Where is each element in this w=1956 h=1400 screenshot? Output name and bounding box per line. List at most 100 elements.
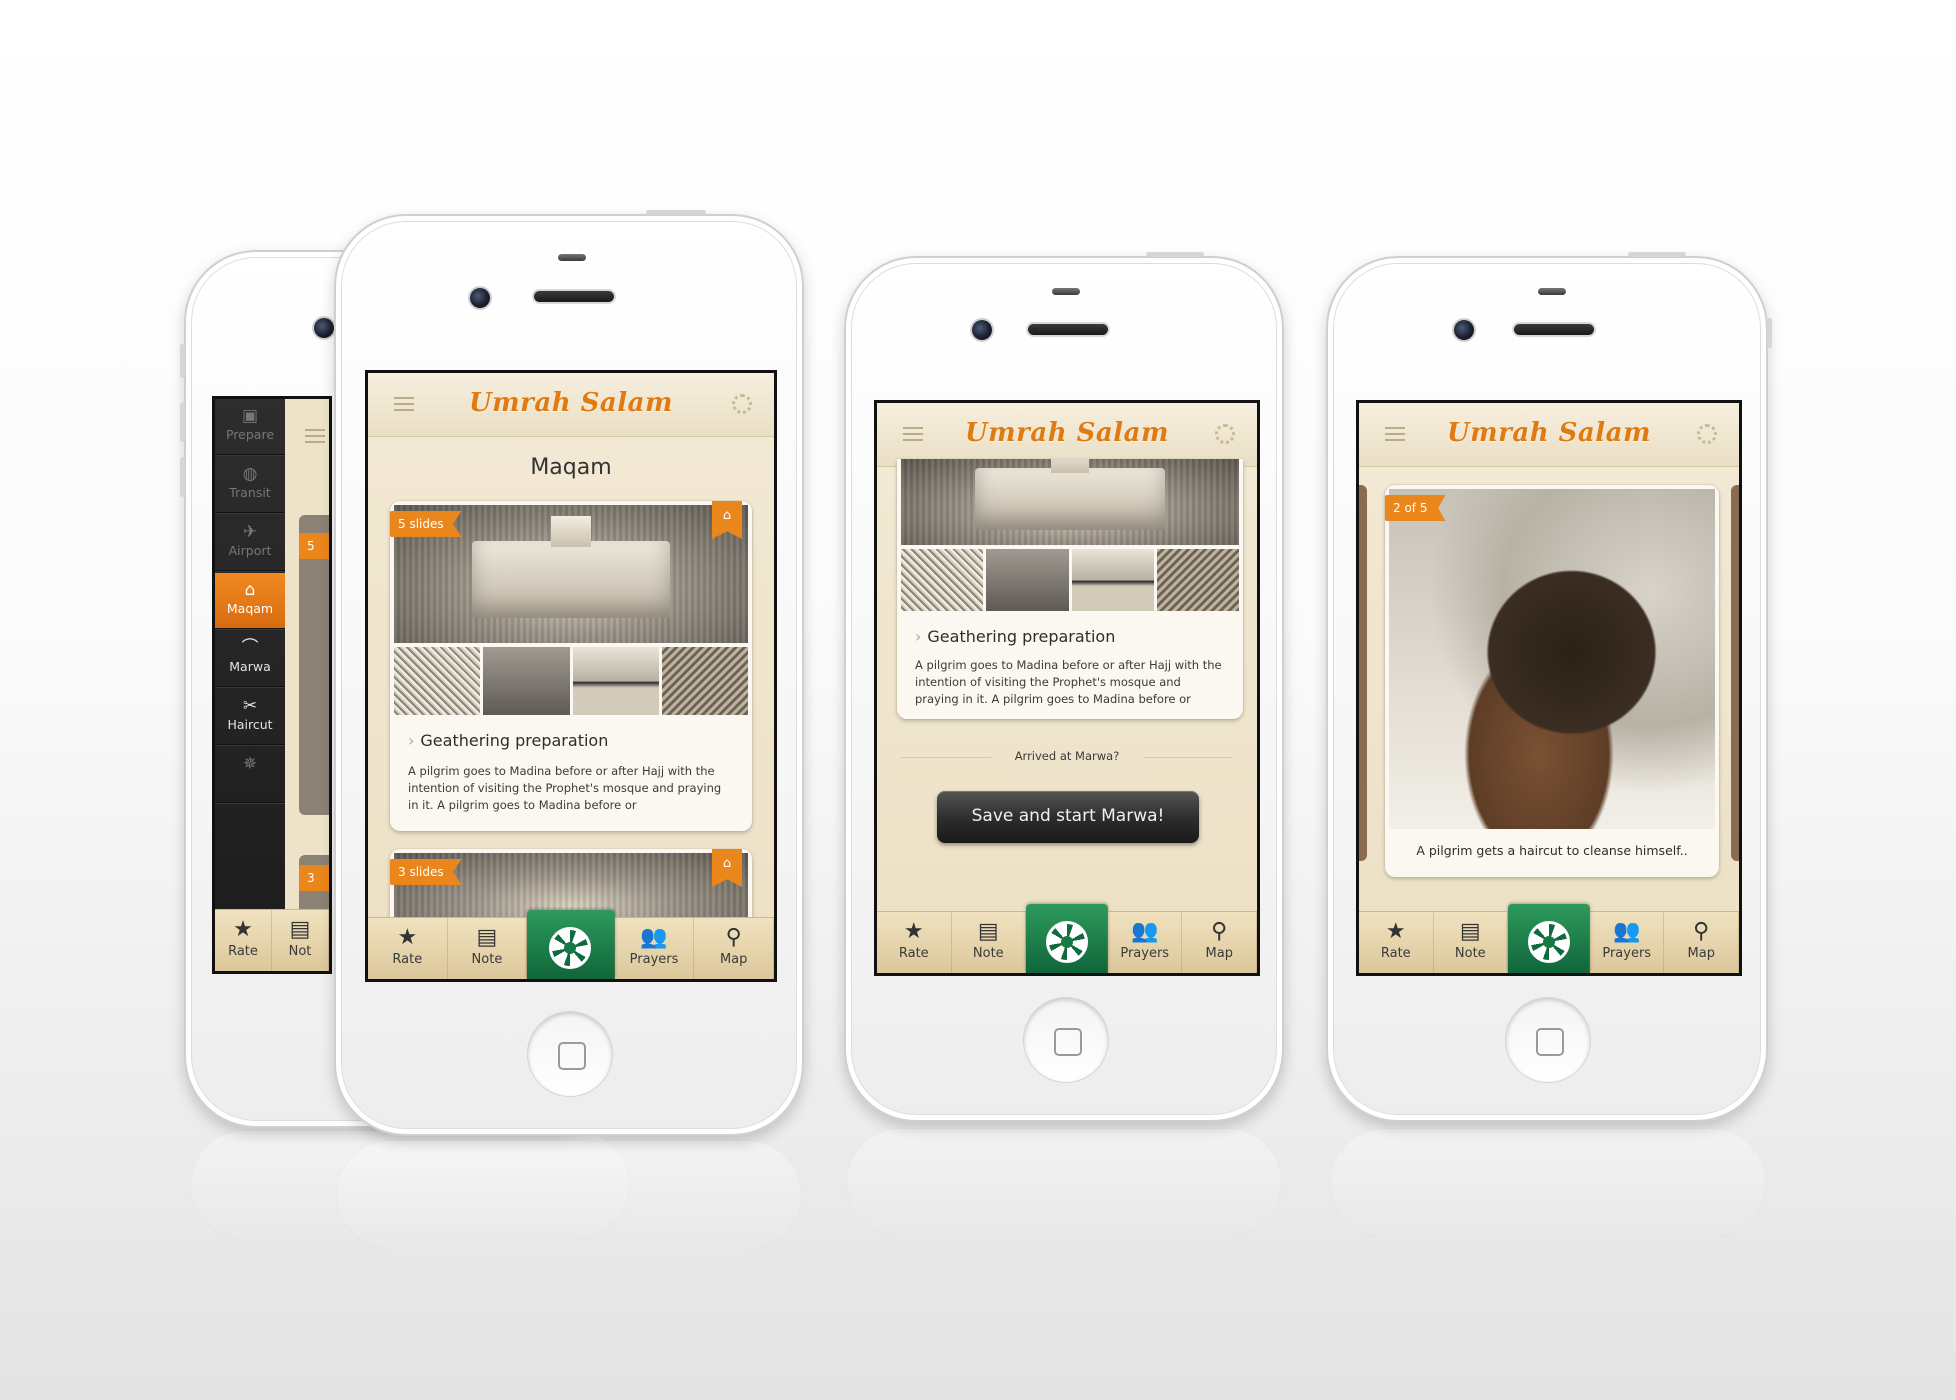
power-button bbox=[1146, 252, 1204, 257]
tab-rate[interactable]: ★ Rate bbox=[877, 912, 952, 973]
phone2-reflection bbox=[336, 1140, 802, 1250]
front-camera-icon bbox=[972, 320, 992, 340]
phone3-topbar: Umrah Salam bbox=[877, 403, 1257, 467]
phone2-tabbar: ★ Rate ▤ Note 👥 Prayers ⚲ Map bbox=[368, 910, 774, 979]
menu-icon[interactable] bbox=[305, 429, 325, 443]
prev-slide-peek[interactable] bbox=[1359, 485, 1367, 861]
camera-shutter-icon bbox=[549, 926, 592, 969]
tab-note[interactable]: ▤ Note bbox=[952, 912, 1027, 973]
tab-note[interactable]: ▤ Note bbox=[448, 918, 528, 979]
save-and-start-button[interactable]: Save and start Marwa! bbox=[937, 791, 1199, 843]
phone4-reflection bbox=[1330, 1128, 1766, 1238]
front-camera-icon bbox=[1454, 320, 1474, 340]
phone1-content-edge: 5 sli 3 sli bbox=[285, 399, 329, 971]
arrived-question: Arrived at Marwa? bbox=[1014, 749, 1120, 763]
phone4-topbar: Umrah Salam bbox=[1359, 403, 1739, 467]
star-ornament-icon: ✵ bbox=[242, 754, 258, 774]
sidebar-item-maqam[interactable]: ⌂ Maqam bbox=[215, 573, 285, 629]
tab-map[interactable]: ⚲ Map bbox=[694, 918, 774, 979]
photo-slide-card[interactable]: 2 of 5 A pilgrim gets a haircut to clean… bbox=[1385, 485, 1719, 877]
sidebar-item-ornament[interactable]: ✵ bbox=[215, 747, 285, 803]
briefcase-icon: ▣ bbox=[241, 406, 259, 426]
front-camera-icon bbox=[314, 318, 334, 338]
tab-prayers[interactable]: 👥 Prayers bbox=[615, 918, 695, 979]
earpiece-speaker bbox=[534, 291, 614, 302]
app-logo: Umrah Salam bbox=[468, 388, 674, 418]
gear-icon[interactable] bbox=[732, 394, 752, 414]
volume-down-button bbox=[180, 457, 185, 497]
tab-rate[interactable]: ★ Rate bbox=[215, 910, 272, 971]
camera-shutter-icon bbox=[1527, 920, 1570, 963]
phone4-screen: Umrah Salam 2 of 5 A pilgrim gets a hair… bbox=[1356, 400, 1742, 976]
gear-icon[interactable] bbox=[1697, 424, 1717, 444]
phone1-screen: ▣ Prepare ◍ Transit ✈ Airport ⌂ Maqam ⌒ Marwa… bbox=[212, 396, 332, 974]
camera-button[interactable] bbox=[1026, 904, 1108, 973]
star-icon: ★ bbox=[233, 917, 253, 942]
tab-map[interactable]: ⚲ Map bbox=[1182, 912, 1257, 973]
sidebar-item-transit[interactable]: ◍ Transit bbox=[215, 457, 285, 513]
sidebar-item-prepare[interactable]: ▣ Prepare bbox=[215, 399, 285, 455]
sidebar-item-airport[interactable]: ✈ Airport bbox=[215, 515, 285, 571]
globe-icon: ◍ bbox=[242, 464, 258, 484]
phone1-badge-top: 5 sli bbox=[299, 533, 329, 559]
card-title: › Geathering preparation bbox=[915, 627, 1116, 646]
tab-note[interactable]: ▤ Note bbox=[1434, 912, 1509, 973]
note-icon: ▤ bbox=[476, 925, 498, 950]
sidebar-item-marwa[interactable]: ⌒ Marwa bbox=[215, 631, 285, 687]
phone1-sidebar: ▣ Prepare ◍ Transit ✈ Airport ⌂ Maqam ⌒ Marwa… bbox=[215, 399, 285, 971]
earpiece-speaker bbox=[1514, 324, 1594, 335]
thumbnail[interactable] bbox=[661, 647, 748, 715]
thumbnail[interactable] bbox=[1156, 549, 1239, 611]
phone3-screen: Umrah Salam › Geathering preparation A pi… bbox=[874, 400, 1260, 976]
tab-prayers[interactable]: 👥 Prayers bbox=[1590, 912, 1665, 973]
chevron-right-icon: › bbox=[408, 731, 415, 750]
phone2-app: Umrah Salam Maqam 5 slides ⌂ › Geathering… bbox=[368, 373, 774, 979]
tab-rate[interactable]: ★ Rate bbox=[368, 918, 448, 979]
phone3-tabbar: ★ Rate ▤ Note 👥 Prayers ⚲ Map bbox=[877, 904, 1257, 973]
proximity-sensor bbox=[558, 254, 586, 261]
note-icon: ▤ bbox=[1459, 919, 1481, 944]
phone3-app: Umrah Salam › Geathering preparation A pi… bbox=[877, 403, 1257, 973]
gear-icon[interactable] bbox=[1215, 424, 1235, 444]
thumbnail-strip bbox=[394, 647, 748, 715]
home-button[interactable] bbox=[1506, 998, 1590, 1082]
slide-card[interactable]: 5 slides ⌂ › Geathering preparation A pil… bbox=[390, 501, 752, 831]
proximity-sensor bbox=[1538, 288, 1566, 295]
scissors-icon: ✂ bbox=[242, 696, 258, 716]
haircut-photo bbox=[1389, 489, 1715, 829]
dome-icon: ⌒ bbox=[241, 638, 259, 658]
people-icon: 👥 bbox=[1131, 919, 1159, 944]
thumbnail[interactable] bbox=[1071, 549, 1154, 611]
note-icon: ▤ bbox=[977, 919, 999, 944]
thumbnail[interactable] bbox=[483, 647, 570, 715]
camera-button[interactable] bbox=[527, 910, 615, 979]
tab-rate[interactable]: ★ Rate bbox=[1359, 912, 1434, 973]
slide-counter-badge: 2 of 5 bbox=[1385, 495, 1446, 521]
camera-shutter-icon bbox=[1045, 920, 1088, 963]
phone2-topbar: Umrah Salam bbox=[368, 373, 774, 437]
thumbnail[interactable] bbox=[901, 549, 984, 611]
sidebar-item-haircut[interactable]: ✂ Haircut bbox=[215, 689, 285, 745]
tab-prayers[interactable]: 👥 Prayers bbox=[1108, 912, 1183, 973]
thumbnail[interactable] bbox=[394, 647, 481, 715]
slide-card[interactable]: › Geathering preparation A pilgrim goes t… bbox=[897, 459, 1243, 719]
next-slide-peek[interactable] bbox=[1731, 485, 1739, 861]
thumbnail-strip bbox=[901, 549, 1239, 611]
home-button[interactable] bbox=[1024, 998, 1108, 1082]
camera-button[interactable] bbox=[1508, 904, 1590, 973]
people-icon: 👥 bbox=[640, 925, 668, 950]
thumbnail[interactable] bbox=[986, 549, 1069, 611]
airplane-icon: ✈ bbox=[242, 522, 258, 542]
phone-3: Umrah Salam › Geathering preparation A pi… bbox=[844, 252, 1284, 1122]
note-icon: ▤ bbox=[289, 917, 311, 942]
star-icon: ★ bbox=[1385, 919, 1406, 944]
tab-note[interactable]: ▤ Not bbox=[272, 910, 329, 971]
tab-map[interactable]: ⚲ Map bbox=[1664, 912, 1739, 973]
map-pin-icon: ⚲ bbox=[725, 925, 742, 950]
home-button[interactable] bbox=[528, 1012, 612, 1096]
thumbnail[interactable] bbox=[572, 647, 659, 715]
app-logo: Umrah Salam bbox=[964, 418, 1170, 448]
volume-up-button bbox=[180, 402, 185, 442]
slides-count-badge: 3 slides bbox=[390, 859, 462, 885]
star-icon: ★ bbox=[903, 919, 924, 944]
